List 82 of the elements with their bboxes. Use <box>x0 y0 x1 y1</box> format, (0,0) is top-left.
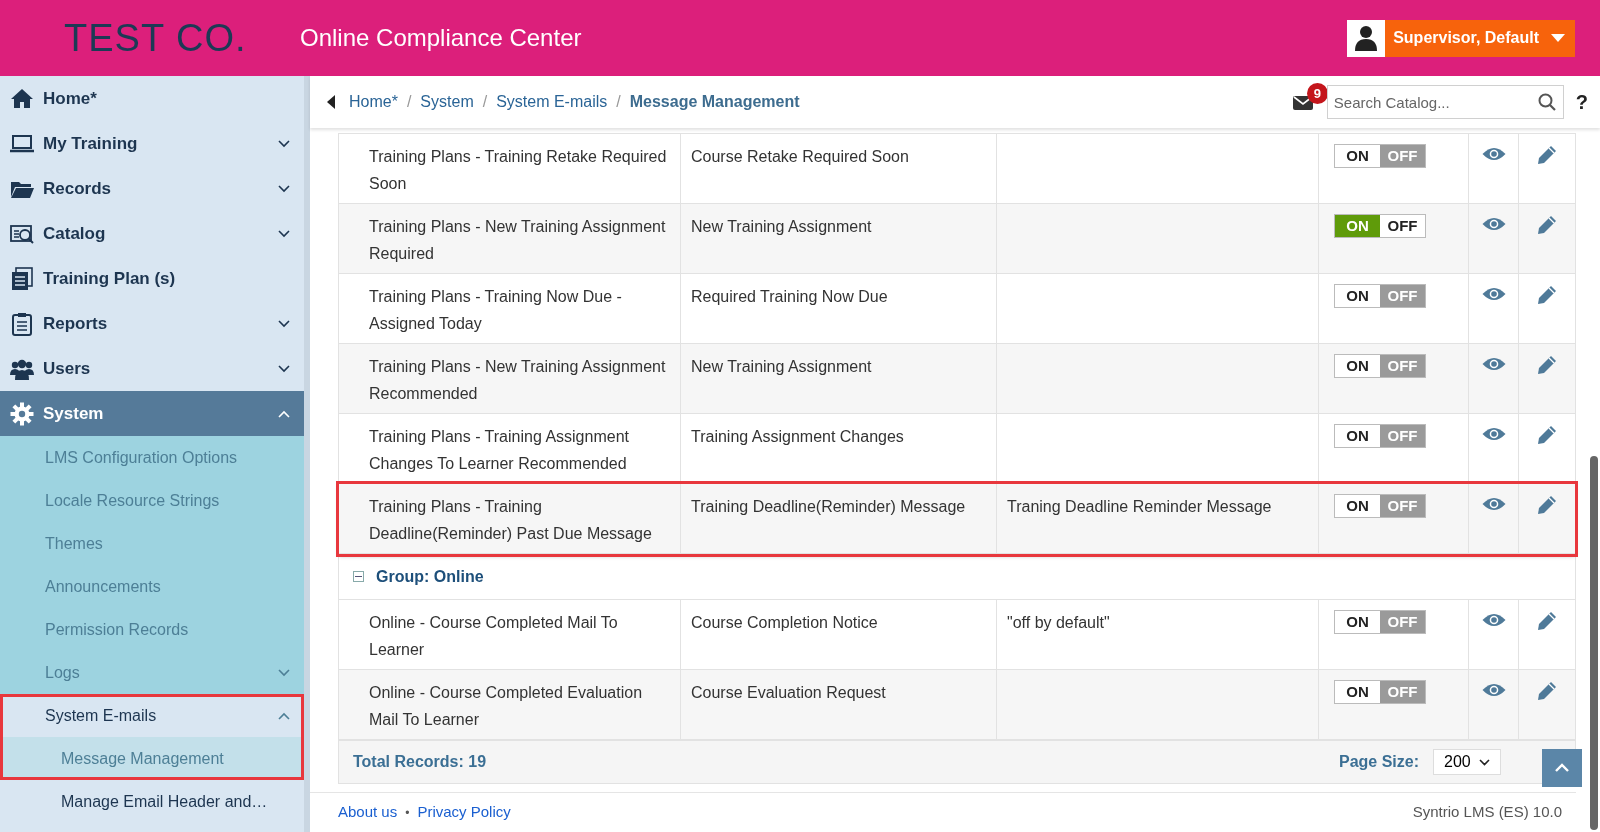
message-subject: New Training Assignment <box>691 218 872 235</box>
message-name: Training Plans - Training Now Due - Assigned Today <box>369 288 622 332</box>
pencil-icon[interactable] <box>1537 681 1557 701</box>
message-subject: Course Completion Notice <box>691 614 878 631</box>
message-subject: Course Retake Required Soon <box>691 148 909 165</box>
message-subject: Training Assignment Changes <box>691 428 904 445</box>
home-icon <box>10 86 34 111</box>
eye-icon[interactable] <box>1481 682 1506 698</box>
message-name: Training Plans - Training Assignment Changes To Learner Recommended <box>369 428 629 472</box>
message-subject: Training Deadline(Reminder) Message <box>691 498 966 515</box>
on-off-toggle[interactable]: ON OFF <box>1334 494 1426 518</box>
message-subject: New Training Assignment <box>691 358 872 375</box>
group-heading: Group: Online <box>376 566 484 587</box>
breadcrumb-link[interactable]: Home* <box>349 90 398 114</box>
eye-icon[interactable] <box>1481 356 1506 372</box>
message-description: Traning Deadline Reminder Message <box>1007 498 1272 515</box>
scroll-to-top-button[interactable] <box>1542 749 1582 787</box>
pencil-icon[interactable] <box>1537 285 1557 305</box>
message-subject: Required Training Now Due <box>691 288 888 305</box>
message-name: Online - Course Completed Mail To Learner <box>369 614 618 658</box>
breadcrumb-current: Message Management <box>629 92 800 112</box>
breadcrumb-separator: / <box>482 92 488 112</box>
eye-icon[interactable] <box>1481 146 1506 162</box>
page-size-label: Page Size: <box>1338 752 1419 772</box>
on-off-toggle[interactable]: ON OFF <box>1334 354 1426 378</box>
on-off-toggle[interactable]: ON OFF <box>1334 214 1426 238</box>
message-name: Online - Course Completed Evaluation Mail To Learner <box>369 684 643 728</box>
eye-icon[interactable] <box>1481 612 1506 628</box>
search-icon[interactable] <box>1537 93 1556 111</box>
sidebar-item[interactable]: System <box>0 391 304 436</box>
sidebar-item[interactable]: Reports <box>0 301 304 346</box>
pencil-icon[interactable] <box>1537 215 1557 235</box>
user-icon <box>1355 25 1378 51</box>
total-records: Total Records: 19 <box>353 752 487 772</box>
eye-icon[interactable] <box>1481 216 1506 232</box>
message-subject: Course Evaluation Request <box>691 684 886 701</box>
breadcrumb-link[interactable]: System <box>420 90 474 114</box>
sidebar-item[interactable]: Training Plan (s) <box>0 256 304 301</box>
message-description: "off by default" <box>1007 614 1110 631</box>
pencil-icon[interactable] <box>1537 495 1557 515</box>
sidebar-item[interactable]: My Training <box>0 121 304 166</box>
pencil-icon[interactable] <box>1537 425 1557 445</box>
eye-icon[interactable] <box>1481 496 1506 512</box>
breadcrumb-link[interactable]: System E-mails <box>496 90 608 114</box>
search-field[interactable]: Search Catalog... <box>1326 85 1564 119</box>
collapse-icon[interactable] <box>353 571 364 582</box>
notification-count: 9 <box>1306 83 1328 104</box>
on-off-toggle[interactable]: ON OFF <box>1334 284 1426 308</box>
footer-link[interactable]: About us <box>338 801 398 824</box>
on-off-toggle[interactable]: ON OFF <box>1334 424 1426 448</box>
breadcrumb-separator: / <box>616 92 621 112</box>
breadcrumb-separator: / <box>406 92 412 112</box>
app-title: Online Compliance Center <box>300 23 582 53</box>
pencil-icon[interactable] <box>1537 355 1557 375</box>
version-text: Syntrio LMS (ES) 10.0 <box>1412 802 1562 823</box>
message-name: Training Plans - New Training Assignment Required <box>369 218 666 262</box>
on-off-toggle[interactable]: ON OFF <box>1334 144 1426 168</box>
on-off-toggle[interactable]: ON OFF <box>1334 680 1426 704</box>
document-icon <box>10 266 34 291</box>
chevron-down-icon <box>1479 758 1490 766</box>
message-name: Training Plans - Training Retake Required Soon <box>369 148 667 192</box>
caret-icon <box>1551 34 1565 42</box>
sidebar-item[interactable]: Catalog <box>0 211 304 256</box>
footer-link[interactable]: Privacy Policy <box>417 801 511 824</box>
sidebar-item[interactable]: Records <box>0 166 304 211</box>
sidebar-item[interactable]: Users <box>0 346 304 391</box>
separator-dot: • <box>405 804 410 822</box>
sidebar-item[interactable]: Home* <box>0 76 304 121</box>
pencil-icon[interactable] <box>1537 611 1557 631</box>
help-button[interactable]: ? <box>1575 87 1588 117</box>
on-off-toggle[interactable]: ON OFF <box>1334 610 1426 634</box>
message-name: Training Plans - New Training Assignment Recommended <box>369 358 666 402</box>
eye-icon[interactable] <box>1481 286 1506 302</box>
pencil-icon[interactable] <box>1537 145 1557 165</box>
chevron-up-icon <box>1554 763 1570 773</box>
back-icon[interactable] <box>327 95 335 109</box>
page-size-select[interactable]: 200 <box>1433 749 1501 775</box>
mail-icon[interactable] <box>1292 94 1313 110</box>
logo: TEST CO. <box>64 19 248 57</box>
eye-icon[interactable] <box>1481 426 1506 442</box>
message-name: Training Plans - Training Deadline(Reminder) Past Due Message <box>369 498 652 542</box>
clipboard-icon <box>10 311 34 336</box>
